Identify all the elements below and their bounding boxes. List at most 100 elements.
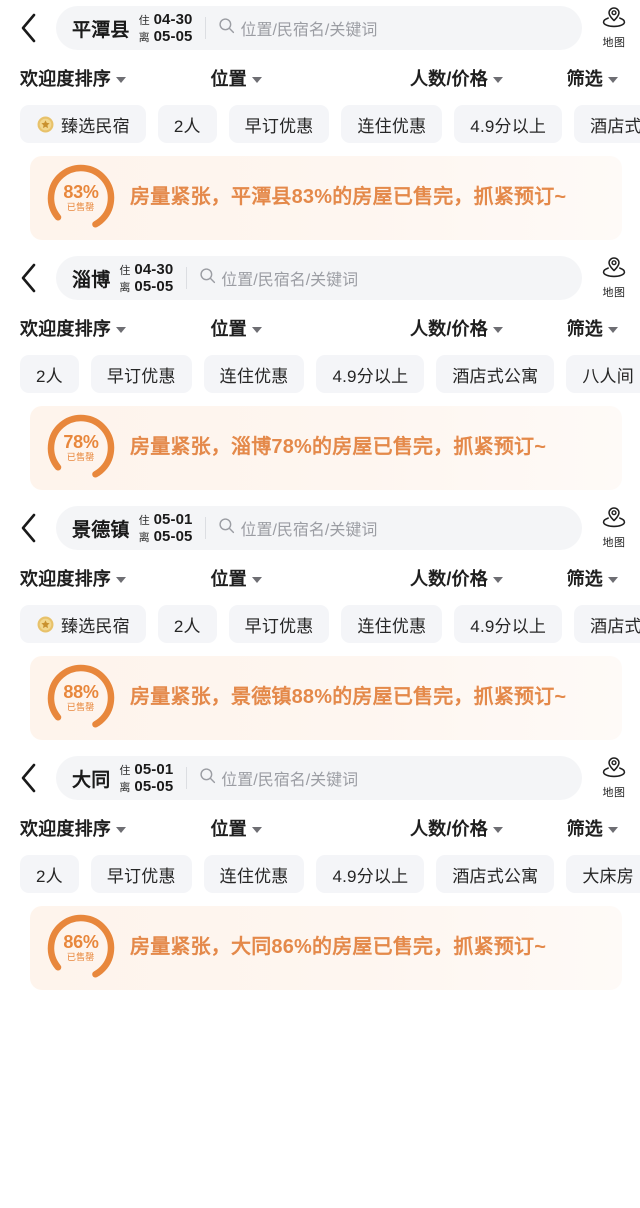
search-section-景德镇: 景德镇住 05-01 离 05-05 位置/民宿名/关键词 地图欢迎度排序 位置 人数/价格筛…: [0, 500, 640, 740]
checkout-date: 离 05-05: [119, 278, 173, 295]
chevron-down-icon: [492, 826, 503, 833]
pill-divider: [205, 17, 207, 39]
chevron-left-icon[interactable]: [18, 758, 52, 798]
sort-option-1[interactable]: 位置: [126, 65, 346, 91]
chevron-down-icon: [492, 76, 503, 83]
date-range[interactable]: 住 04-30 离 05-05: [119, 261, 173, 296]
sort-filter-bar: 欢迎度排序 位置 人数/价格 筛选: [0, 56, 640, 100]
date-range[interactable]: 住 05-01 离 05-05: [139, 511, 193, 546]
filter-chips-row: 2人 早订优惠 连住优惠 4.9分以上 酒店式公寓 大床房: [0, 850, 640, 898]
sort-option-3[interactable]: 筛选: [567, 815, 618, 841]
filter-chip[interactable]: 大床房: [566, 855, 640, 893]
filter-chip[interactable]: 臻选民宿: [20, 605, 146, 643]
filter-chip[interactable]: 2人: [20, 355, 79, 393]
sort-option-2[interactable]: 人数/价格: [346, 565, 566, 591]
sort-option-label: 位置: [210, 69, 247, 89]
sort-option-2[interactable]: 人数/价格: [346, 315, 566, 341]
map-button[interactable]: 地图: [592, 256, 640, 300]
sort-option-label: 人数/价格: [409, 819, 488, 839]
filter-chip[interactable]: 酒店式公寓: [574, 105, 640, 143]
search-header: 大同住 05-01 离 05-05 位置/民宿名/关键词 地图: [0, 750, 640, 806]
city-name[interactable]: 淄博: [72, 265, 110, 292]
sort-option-0[interactable]: 欢迎度排序: [20, 315, 126, 341]
filter-chip[interactable]: 连住优惠: [341, 105, 443, 143]
sold-out-caption: 已售罄: [67, 702, 95, 713]
search-bar[interactable]: 淄博住 04-30 离 05-05 位置/民宿名/关键词: [56, 256, 582, 300]
filter-chip[interactable]: 2人: [20, 855, 79, 893]
date-range[interactable]: 住 04-30 离 05-05: [139, 11, 193, 46]
filter-chip[interactable]: 4.9分以上: [316, 355, 425, 393]
search-input[interactable]: 位置/民宿名/关键词: [218, 516, 582, 540]
chevron-left-icon[interactable]: [18, 508, 52, 548]
checkin-date: 住 05-01: [119, 761, 173, 778]
map-label: 地图: [602, 37, 626, 49]
map-button[interactable]: 地图: [592, 6, 640, 50]
sort-option-0[interactable]: 欢迎度排序: [20, 65, 126, 91]
search-icon: [199, 767, 216, 789]
chevron-left-icon[interactable]: [18, 8, 52, 48]
sort-option-2[interactable]: 人数/价格: [346, 65, 566, 91]
sold-out-caption: 已售罄: [67, 202, 95, 213]
city-name[interactable]: 大同: [72, 765, 110, 792]
sort-filter-bar: 欢迎度排序 位置 人数/价格 筛选: [0, 306, 640, 350]
sort-option-0[interactable]: 欢迎度排序: [20, 815, 126, 841]
filter-chip[interactable]: 八人间: [566, 355, 640, 393]
search-header: 景德镇住 05-01 离 05-05 位置/民宿名/关键词 地图: [0, 500, 640, 556]
sort-option-label: 人数/价格: [409, 69, 488, 89]
sort-option-2[interactable]: 人数/价格: [346, 815, 566, 841]
filter-chip[interactable]: 臻选民宿: [20, 105, 146, 143]
sold-out-progress-ring: 86% 已售罄: [42, 909, 120, 987]
sort-option-3[interactable]: 筛选: [567, 65, 618, 91]
sold-out-caption: 已售罄: [67, 952, 95, 963]
ring-text: 83% 已售罄: [63, 183, 98, 213]
search-input[interactable]: 位置/民宿名/关键词: [199, 266, 582, 290]
sort-filter-bar: 欢迎度排序 位置 人数/价格 筛选: [0, 556, 640, 600]
filter-chip[interactable]: 4.9分以上: [454, 605, 563, 643]
gold-medal-icon: [36, 615, 55, 634]
search-input[interactable]: 位置/民宿名/关键词: [218, 16, 582, 40]
filter-chip[interactable]: 早订优惠: [228, 105, 330, 143]
chevron-down-icon: [116, 326, 126, 333]
sort-option-0[interactable]: 欢迎度排序: [20, 565, 126, 591]
city-name[interactable]: 平潭县: [72, 15, 130, 42]
chevron-down-icon: [116, 826, 126, 833]
filter-chip[interactable]: 早订优惠: [228, 605, 330, 643]
filter-chip[interactable]: 连住优惠: [341, 605, 443, 643]
filter-chip-label: 4.9分以上: [470, 116, 547, 136]
checkin-value: 04-30: [153, 10, 193, 28]
map-button[interactable]: 地图: [592, 506, 640, 550]
search-bar[interactable]: 平潭县住 04-30 离 05-05 位置/民宿名/关键词: [56, 6, 582, 50]
sold-out-alert-banner[interactable]: 86% 已售罄 房量紧张，大同86%的房屋已售完，抓紧预订~: [30, 906, 622, 990]
filter-chip[interactable]: 4.9分以上: [316, 855, 425, 893]
filter-chip[interactable]: 4.9分以上: [454, 105, 563, 143]
sort-option-label: 人数/价格: [409, 319, 488, 339]
sort-option-label: 欢迎度排序: [20, 319, 111, 339]
sort-option-1[interactable]: 位置: [126, 565, 346, 591]
map-button[interactable]: 地图: [592, 756, 640, 800]
sort-option-1[interactable]: 位置: [126, 315, 346, 341]
sold-out-alert-banner[interactable]: 88% 已售罄 房量紧张，景德镇88%的房屋已售完，抓紧预订~: [30, 656, 622, 740]
filter-chip[interactable]: 连住优惠: [203, 355, 305, 393]
filter-chip[interactable]: 早订优惠: [90, 855, 192, 893]
filter-chip[interactable]: 连住优惠: [203, 855, 305, 893]
search-bar[interactable]: 大同住 05-01 离 05-05 位置/民宿名/关键词: [56, 756, 582, 800]
gold-medal-icon: [36, 115, 55, 134]
city-name[interactable]: 景德镇: [72, 515, 130, 542]
filter-chip[interactable]: 2人: [157, 605, 217, 643]
chevron-left-icon[interactable]: [18, 258, 52, 298]
map-pin-icon: [602, 6, 626, 33]
search-header: 淄博住 04-30 离 05-05 位置/民宿名/关键词 地图: [0, 250, 640, 306]
filter-chip[interactable]: 早订优惠: [90, 355, 192, 393]
filter-chip[interactable]: 2人: [157, 105, 217, 143]
filter-chip[interactable]: 酒店式公寓: [436, 355, 555, 393]
filter-chip[interactable]: 酒店式公寓: [574, 605, 640, 643]
sort-option-3[interactable]: 筛选: [567, 315, 618, 341]
date-range[interactable]: 住 05-01 离 05-05: [119, 761, 173, 796]
sort-option-3[interactable]: 筛选: [567, 565, 618, 591]
search-input[interactable]: 位置/民宿名/关键词: [199, 766, 582, 790]
search-bar[interactable]: 景德镇住 05-01 离 05-05 位置/民宿名/关键词: [56, 506, 582, 550]
filter-chip[interactable]: 酒店式公寓: [436, 855, 555, 893]
sold-out-alert-banner[interactable]: 78% 已售罄 房量紧张，淄博78%的房屋已售完，抓紧预订~: [30, 406, 622, 490]
sold-out-alert-banner[interactable]: 83% 已售罄 房量紧张，平潭县83%的房屋已售完，抓紧预订~: [30, 156, 622, 240]
sort-option-1[interactable]: 位置: [126, 815, 346, 841]
